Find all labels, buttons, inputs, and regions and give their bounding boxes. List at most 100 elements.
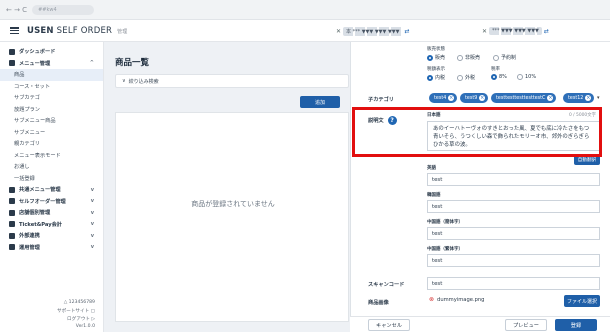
radio-icon: [457, 74, 463, 81]
sidebar-item-dashboard[interactable]: ダッシュボード: [0, 46, 103, 58]
version-text: Ver1.0.0: [75, 324, 95, 329]
sidebar-item-menu-display-mode[interactable]: メニュー表示モード: [0, 150, 103, 162]
sidebar-item-subcategory[interactable]: サブカテゴ: [0, 92, 103, 104]
tax-rate-label: 税率: [491, 67, 500, 72]
rate-radio-10[interactable]: 10%: [517, 74, 536, 80]
hamburger-menu-icon[interactable]: [10, 27, 19, 34]
cancel-button[interactable]: キャンセル: [368, 319, 410, 331]
chip-test4[interactable]: test4 ×: [429, 93, 458, 103]
register-button[interactable]: 登録: [555, 319, 597, 331]
store-selector-value: 本 *** ▼▼▼ ▼▼▼ ▼▼▼: [343, 26, 403, 36]
status-radio-sale[interactable]: 販売: [427, 54, 445, 61]
address-bar[interactable]: ##kw4: [32, 4, 95, 15]
brand-logo: USEN SELF ORDER 管理: [27, 26, 127, 36]
description-field-en[interactable]: test: [427, 173, 600, 186]
radio-icon: [457, 54, 463, 61]
rate-radio-8[interactable]: 8%: [491, 74, 507, 80]
sidebar-item-submenu-products[interactable]: サブメニュー商品: [0, 115, 103, 127]
filter-toggle[interactable]: ∨ 絞り込み検索: [115, 74, 349, 88]
chevron-down-icon: v: [90, 221, 94, 228]
dropdown-arrow-icon[interactable]: ▾: [597, 95, 600, 101]
store-icon: [9, 209, 15, 216]
sidebar-item-external[interactable]: 外部連携 v: [0, 230, 103, 242]
image-file-item: ⊗ dummyimage.png: [429, 296, 484, 303]
status-radio-reservation[interactable]: 予約制: [493, 54, 516, 61]
korean-label: 韓国語: [427, 193, 441, 198]
remove-file-icon[interactable]: ⊗: [429, 296, 434, 303]
brand-bold: USEN: [27, 25, 54, 36]
sidebar-item-self-order[interactable]: セルフオーダー管理 v: [0, 196, 103, 208]
app-header: USEN SELF ORDER 管理 ✕ 本 *** ▼▼▼ ▼▼▼ ▼▼▼ ⇄…: [0, 20, 610, 42]
radio-icon: [427, 74, 433, 81]
product-image-label: 商品画像: [368, 300, 389, 306]
ops-icon: [9, 244, 15, 251]
common-menu-icon: [9, 186, 15, 193]
ticket-icon: [9, 221, 15, 228]
clear-icon[interactable]: ✕: [482, 28, 487, 35]
sidebar-item-bulk-register[interactable]: 一括登録: [0, 173, 103, 185]
image-file-name: dummyimage.png: [437, 296, 485, 303]
sidebar-item-all-you-can-plan[interactable]: 放題プラン: [0, 104, 103, 116]
sidebar-item-course-set[interactable]: コース・セット: [0, 81, 103, 93]
dashboard-icon: [9, 48, 15, 55]
close-icon[interactable]: ×: [547, 95, 554, 101]
radio-icon: [427, 54, 433, 61]
tax-radio-exclusive[interactable]: 外税: [457, 74, 475, 81]
highlight-frame: [352, 107, 602, 157]
swap-icon[interactable]: ⇄: [405, 28, 410, 35]
close-icon[interactable]: ×: [479, 95, 486, 101]
logout-link[interactable]: ログアウト ▷: [67, 316, 95, 322]
chip-test9[interactable]: test9 ×: [460, 93, 489, 103]
support-site-link[interactable]: サポートサイト ▢: [57, 308, 95, 314]
tax-display-label: 税額表示: [427, 67, 445, 72]
description-field-zh-simplified[interactable]: test: [427, 227, 600, 240]
radio-icon: [491, 74, 497, 80]
filter-label: 絞り込み検索: [128, 78, 159, 85]
close-icon[interactable]: ×: [585, 95, 592, 101]
clear-icon[interactable]: ✕: [336, 28, 341, 35]
store-selector[interactable]: ✕ 本 *** ▼▼▼ ▼▼▼ ▼▼▼ ⇄: [336, 25, 410, 37]
chevron-down-icon: v: [90, 244, 94, 251]
sidebar-item-parent-category[interactable]: 親カテゴリ: [0, 138, 103, 150]
chevron-down-icon: v: [90, 186, 94, 193]
subcategory-select[interactable]: test4 × test9 × testtesttesttesttestC × tes…: [429, 93, 604, 105]
sidebar-item-operations[interactable]: 運用管理 v: [0, 242, 103, 254]
chevron-down-icon: ∨: [122, 78, 126, 84]
radio-icon: [493, 54, 499, 61]
shop-selector[interactable]: ✕ *** ▼▼▼ ▼▼▼ ▼▼▼ ⇄: [482, 25, 549, 37]
browser-nav-buttons[interactable]: ← → C: [6, 6, 27, 14]
tax-radio-inclusive[interactable]: 内税: [427, 74, 445, 81]
close-icon[interactable]: ×: [448, 95, 455, 101]
status-label: 販売状態: [427, 47, 445, 52]
product-list: 商品が登録されていません: [115, 112, 349, 322]
scan-code-input[interactable]: test: [427, 277, 600, 290]
sidebar-item-common-menu[interactable]: 共通メニュー管理 v: [0, 184, 103, 196]
sidebar-item-menu-management[interactable]: メニュー管理 ^: [0, 58, 103, 70]
chevron-down-icon: v: [90, 232, 94, 239]
sidebar-item-submenu[interactable]: サブメニュー: [0, 127, 103, 139]
preview-button[interactable]: プレビュー: [505, 319, 547, 331]
chinese-traditional-label: 中国語（繁体字）: [427, 247, 463, 252]
add-button[interactable]: 追加: [300, 96, 340, 108]
file-select-button[interactable]: ファイル選択: [564, 295, 600, 307]
radio-icon: [517, 74, 523, 80]
chevron-down-icon: v: [90, 209, 94, 216]
description-field-zh-traditional[interactable]: test: [427, 254, 600, 267]
chip-test12[interactable]: test12 ×: [563, 93, 595, 103]
shop-selector-value: *** ▼▼▼ ▼▼▼ ▼▼▼: [489, 27, 542, 35]
sidebar-item-otoshi[interactable]: お通し: [0, 161, 103, 173]
brand-suffix: 管理: [117, 28, 128, 35]
status-radio-not-for-sale[interactable]: 非販売: [457, 54, 480, 61]
chip-long[interactable]: testtesttesttesttestC ×: [491, 93, 557, 103]
sidebar-item-products[interactable]: 商品: [0, 69, 103, 81]
empty-message: 商品が登録されていません: [191, 200, 275, 208]
description-field-ko[interactable]: test: [427, 200, 600, 213]
chevron-up-icon: ^: [89, 60, 94, 67]
self-order-icon: [9, 198, 15, 205]
sidebar-item-store[interactable]: 店舗個別管理 v: [0, 207, 103, 219]
chevron-down-icon: v: [90, 198, 94, 205]
subcategory-label: 子カテゴリ: [368, 97, 394, 103]
main-content: 商品一覧 ∨ 絞り込み検索 追加 商品が登録されていません: [105, 42, 349, 332]
sidebar-item-ticket-pay[interactable]: Ticket&Pay会計 v: [0, 219, 103, 231]
swap-icon[interactable]: ⇄: [544, 28, 549, 35]
